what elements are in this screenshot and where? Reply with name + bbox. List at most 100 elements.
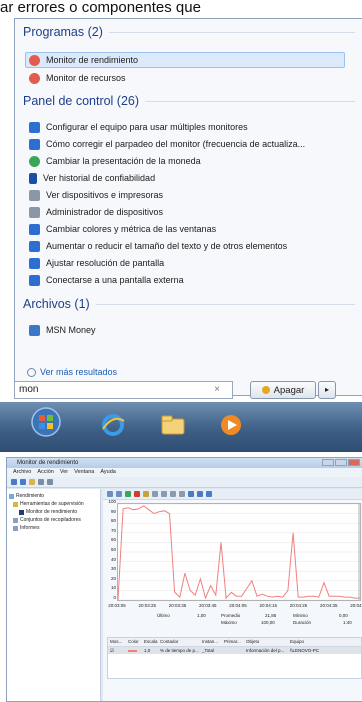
tree-item-performance[interactable]: Rendimiento (7, 492, 100, 500)
stat-average-value: 21,85 (265, 613, 277, 618)
counter-row[interactable]: ☑ 1,0 % de tiempo de p... _Total Informa… (108, 647, 361, 654)
result-file-msn-money[interactable]: MSN Money (29, 322, 96, 338)
result-control-panel-3[interactable]: Ver historial de confiabilidad (29, 170, 155, 186)
maximize-button[interactable] (335, 459, 347, 466)
y-tick-label: 30 (110, 566, 116, 572)
line-graph-svg (117, 503, 360, 601)
stat-max-value: 100,00 (261, 620, 275, 625)
help-icon[interactable] (206, 491, 212, 497)
search-icon (27, 367, 36, 377)
stat-duration-value: 1:40 (343, 620, 352, 625)
menu-archivo[interactable]: Archivo (13, 468, 31, 477)
clear-search-button[interactable]: × (214, 382, 220, 398)
result-resource-monitor[interactable]: Monitor de recursos (29, 70, 126, 86)
shutdown-button[interactable]: Apagar (250, 381, 316, 399)
stat-min-label: Mínimo (293, 613, 308, 618)
tree-item-data-collector-sets[interactable]: Conjuntos de recopiladores (7, 516, 100, 524)
result-control-panel-9[interactable]: Conectarse a una pantalla externa (29, 272, 184, 288)
tree-item-performance-monitor[interactable]: Monitor de rendimiento (7, 508, 100, 516)
y-tick-label: 70 (110, 527, 116, 533)
performance-monitor-window: Monitor de rendimiento Archivo Acción Ve… (6, 457, 362, 702)
files-section-header: Archivos (1) (23, 297, 355, 311)
menu-accion[interactable]: Acción (37, 468, 54, 477)
menu-bar: Archivo Acción Ver Ventana Ayuda (7, 468, 362, 477)
minimize-button[interactable] (322, 459, 334, 466)
y-tick-label: 60 (110, 537, 116, 543)
window-titlebar: Monitor de rendimiento (7, 458, 362, 468)
start-search-input[interactable]: mon × (14, 381, 233, 399)
y-tick-label: 50 (110, 547, 116, 552)
start-menu-search-results: Programas (2) Monitor de rendimiento Mon… (14, 18, 362, 396)
counter-show-checkbox[interactable]: ☑ (108, 647, 126, 654)
region-globe-icon (29, 155, 40, 167)
y-tick-label: 90 (110, 508, 116, 514)
forward-icon[interactable] (20, 479, 26, 485)
menu-ventana[interactable]: Ventana (74, 468, 94, 477)
result-control-panel-7[interactable]: Aumentar o reducir el tamaño del texto y… (29, 238, 287, 254)
counter-legend-table: Mos... Color Escala Contador Instan... P… (107, 637, 362, 679)
zoom-icon[interactable] (179, 491, 185, 497)
navigation-tree: Rendimiento Herramientas de supervisión … (7, 489, 101, 701)
y-tick-label: 10 (110, 585, 116, 591)
properties-icon[interactable] (170, 491, 176, 497)
see-more-results-link[interactable]: Ver más resultados (27, 367, 117, 377)
stat-min-value: 0,00 (339, 613, 348, 618)
device-manager-icon (29, 206, 40, 218)
stat-duration-label: Duración (293, 620, 312, 625)
y-tick-label: 100 (108, 499, 116, 504)
properties-icon[interactable] (38, 479, 44, 485)
x-tick-label: 20:04:35 (319, 603, 338, 608)
x-tick-label: 20:04:15 (259, 603, 278, 608)
result-control-panel-2[interactable]: Cambiar la presentación de la moneda (29, 153, 201, 169)
freeze-display-icon[interactable] (188, 491, 194, 497)
monitor-gauge-icon (29, 54, 40, 66)
result-control-panel-1[interactable]: Cómo corregir el parpadeo del monitor (f… (29, 136, 305, 152)
stat-last-label: Último (157, 613, 170, 618)
result-performance-monitor[interactable]: Monitor de rendimiento (25, 52, 345, 68)
programs-section-header: Programas (2) (23, 25, 355, 39)
start-orb-icon[interactable] (30, 406, 62, 438)
file-icon (29, 324, 40, 336)
tree-item-monitoring-tools[interactable]: Herramientas de supervisión (7, 500, 100, 508)
result-control-panel-8[interactable]: Ajustar resolución de pantalla (29, 255, 164, 271)
window-toolbar (7, 477, 362, 488)
copy-properties-icon[interactable] (152, 491, 158, 497)
x-tick-label: 20:04:05 (229, 603, 247, 608)
display-icon (29, 257, 40, 269)
shutdown-options-button[interactable]: ▸ (318, 381, 336, 399)
page-caption: ar errores o componentes que (0, 0, 201, 16)
media-player-icon[interactable] (218, 412, 244, 438)
add-counter-icon[interactable] (125, 491, 131, 497)
menu-ayuda[interactable]: Ayuda (100, 468, 116, 477)
change-graph-type-icon[interactable] (116, 491, 122, 497)
action-center-flag-icon (29, 172, 37, 184)
stat-average-label: Promedio (221, 613, 241, 618)
counter-color-swatch (126, 647, 142, 654)
view-current-activity-icon[interactable] (107, 491, 113, 497)
display-icon (29, 121, 40, 133)
y-tick-label: 80 (110, 518, 116, 524)
result-control-panel-0[interactable]: Configurar el equipo para usar múltiples… (29, 119, 248, 135)
line-graph (117, 503, 361, 601)
windows-explorer-folder-icon[interactable] (160, 412, 186, 438)
paste-counter-icon[interactable] (161, 491, 167, 497)
tree-item-reports[interactable]: Informes (7, 524, 100, 532)
help-icon[interactable] (47, 479, 53, 485)
internet-explorer-icon[interactable] (100, 412, 126, 438)
x-tick-label: 20:04:50 (350, 603, 362, 608)
power-icon (261, 386, 270, 394)
close-button[interactable] (348, 459, 360, 466)
control-panel-section-header: Panel de control (26) (23, 94, 355, 108)
x-tick-label: 20:03:35 (168, 603, 187, 608)
stat-max-label: Máximo (221, 620, 237, 625)
menu-ver[interactable]: Ver (60, 468, 68, 477)
highlight-icon[interactable] (143, 491, 149, 497)
x-tick-label: 20:03:45 (198, 603, 217, 608)
result-control-panel-5[interactable]: Administrador de dispositivos (29, 204, 163, 220)
update-data-icon[interactable] (197, 491, 203, 497)
result-control-panel-4[interactable]: Ver dispositivos e impresoras (29, 187, 163, 203)
result-control-panel-6[interactable]: Cambiar colores y métrica de las ventana… (29, 221, 216, 237)
delete-counter-icon[interactable] (134, 491, 140, 497)
folder-icon[interactable] (29, 479, 35, 485)
back-icon[interactable] (11, 479, 17, 485)
